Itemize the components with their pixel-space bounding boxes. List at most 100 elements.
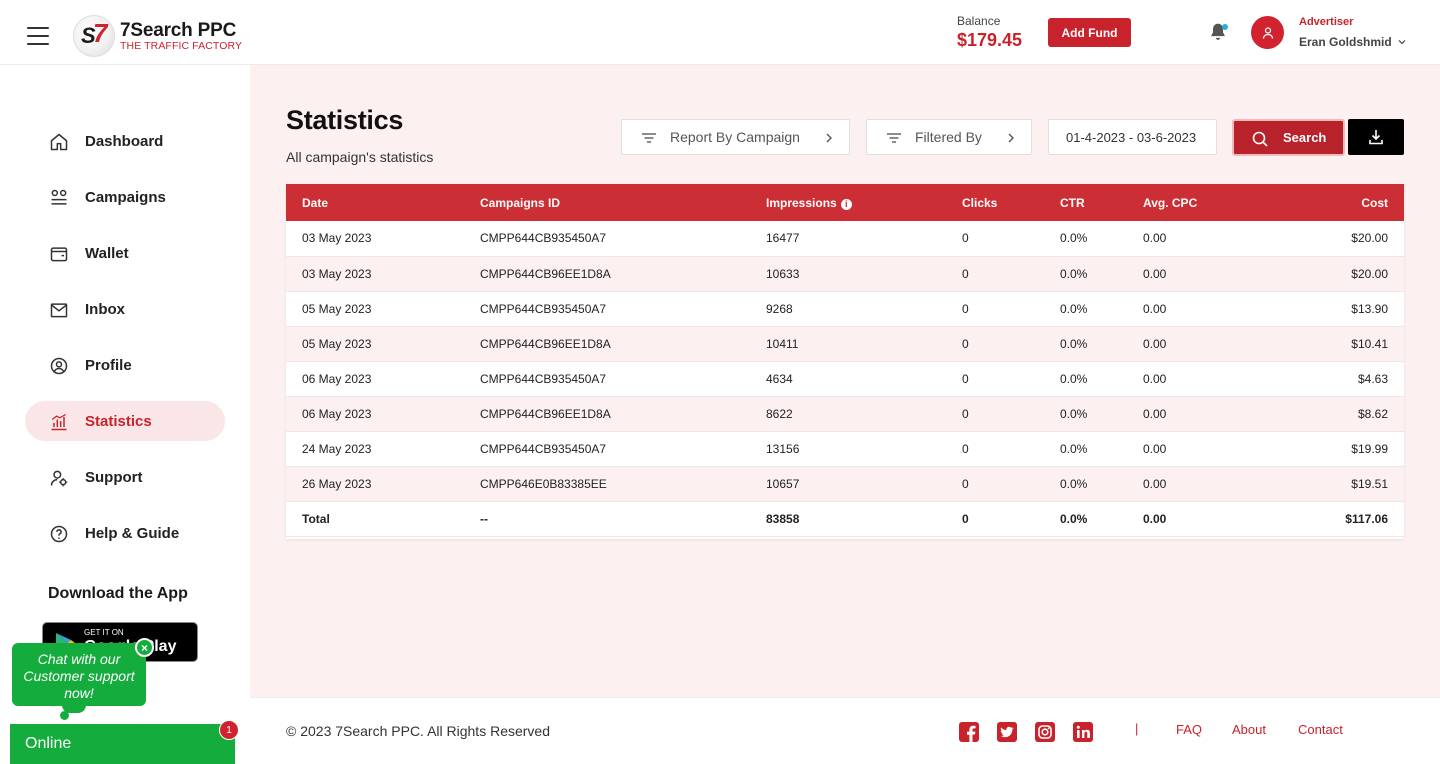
cell-impressions: 10657 [766,466,962,502]
cell-impressions: 8622 [766,396,962,432]
cell-campaign-id: CMPP644CB96EE1D8A [480,396,766,432]
campaigns-icon [51,189,67,205]
sidebar-item-label: Help & Guide [85,524,180,542]
table-total-row: Total -- 83858 0 0.0% 0.00 $117.06 [286,501,1404,537]
user-menu[interactable]: Eran Goldshmid [1299,35,1407,49]
sidebar-item-profile[interactable]: Profile [25,345,225,385]
table-row: 26 May 2023 CMPP646E0B83385EE 10657 0 0.0% 0.… [286,466,1404,502]
chevron-right-icon [826,133,832,143]
cell-total-avg-cpc: 0.00 [1143,501,1323,537]
footer-link-about[interactable]: About [1232,722,1266,737]
cell-ctr: 0.0% [1060,221,1143,257]
sidebar-item-inbox[interactable]: Inbox [25,289,225,329]
brand-tagline: THE TRAFFIC FACTORY [120,39,243,52]
cell-avg-cpc: 0.00 [1143,291,1323,327]
wallet-icon [50,247,68,262]
hamburger-menu-icon[interactable] [27,27,49,45]
notification-dot [1222,24,1228,30]
sidebar-item-campaigns[interactable]: Campaigns [25,177,225,217]
cell-total-campaign-id: -- [480,501,766,537]
info-icon[interactable]: i [840,198,852,210]
cell-impressions: 9268 [766,291,962,327]
sidebar-item-dashboard[interactable]: Dashboard [25,121,225,161]
brand-name: 7Search PPC [120,19,237,41]
search-icon [1252,131,1268,147]
main-content: Statistics All campaign's statistics Rep… [250,65,1440,697]
notification-bell-icon[interactable] [1208,22,1230,44]
download-button[interactable] [1348,119,1404,155]
sidebar-item-label: Wallet [85,244,129,262]
sidebar-item-support[interactable]: Support [25,457,225,497]
cell-campaign-id: CMPP644CB96EE1D8A [480,256,766,292]
cell-impressions: 4634 [766,361,962,397]
balance-label: Balance [957,14,1001,28]
sidebar-item-help-guide[interactable]: Help & Guide [25,513,225,553]
table-row: 03 May 2023 CMPP644CB935450A7 16477 0 0.0% 0.… [286,221,1404,257]
cell-campaign-id: CMPP644CB935450A7 [480,431,766,467]
cell-total-label: Total [286,501,480,537]
linkedin-icon[interactable] [1073,722,1093,742]
sidebar-item-statistics[interactable]: Statistics [25,401,225,441]
brand-logo[interactable]: S7 7Search PPC THE TRAFFIC FACTORY [73,15,242,57]
cell-date: 06 May 2023 [286,396,480,432]
user-icon [1262,26,1273,39]
chat-online-bar[interactable]: Online [10,724,235,764]
table-row: 06 May 2023 CMPP644CB935450A7 4634 0 0.0% 0.0… [286,361,1404,397]
chevron-right-icon [1008,133,1014,143]
user-role: Advertiser [1299,16,1354,28]
table-row: 24 May 2023 CMPP644CB935450A7 13156 0 0.0% 0.… [286,431,1404,467]
cell-campaign-id: CMPP644CB96EE1D8A [480,326,766,362]
cell-ctr: 0.0% [1060,396,1143,432]
cell-clicks: 0 [962,221,1060,257]
cell-ctr: 0.0% [1060,361,1143,397]
sidebar-item-wallet[interactable]: Wallet [25,233,225,273]
statistics-table: Date Campaigns ID Impressions i Clicks CT… [286,184,1404,537]
search-button[interactable]: Search [1232,119,1345,156]
twitter-icon[interactable] [997,722,1017,742]
cell-date: 24 May 2023 [286,431,480,467]
cell-date: 03 May 2023 [286,221,480,257]
cell-campaign-id: CMPP644CB935450A7 [480,291,766,327]
chat-invite-bubble[interactable]: Chat with our Customer support now! [12,643,146,706]
footer-link-contact[interactable]: Contact [1298,722,1343,737]
statistics-icon [51,413,67,431]
cell-avg-cpc: 0.00 [1143,256,1323,292]
top-header: S7 7Search PPC THE TRAFFIC FACTORY Balan… [0,0,1440,65]
profile-icon [50,357,68,375]
table-row: 05 May 2023 CMPP644CB96EE1D8A 10411 0 0.0% 0.… [286,326,1404,362]
table-header-row: Date Campaigns ID Impressions i Clicks CT… [286,184,1404,221]
col-header-campaign-id: Campaigns ID [480,195,561,210]
footer-link-faq[interactable]: FAQ [1176,722,1202,737]
cell-clicks: 0 [962,396,1060,432]
col-header-avg-cpc: Avg. CPC [1143,195,1198,210]
report-by-campaign-button[interactable]: Report By Campaign [621,119,850,155]
col-header-clicks: Clicks [962,195,998,210]
cell-avg-cpc: 0.00 [1143,396,1323,432]
col-header-date: Date [302,195,329,210]
facebook-icon[interactable] [959,722,979,742]
close-icon[interactable]: × [135,638,154,657]
sidebar-item-label: Statistics [85,412,152,430]
add-fund-button[interactable]: Add Fund [1048,18,1131,47]
cell-date: 03 May 2023 [286,256,480,292]
cell-ctr: 0.0% [1060,466,1143,502]
google-play-small-text: GET IT ON [84,628,124,637]
cell-clicks: 0 [962,361,1060,397]
cell-cost: $4.63 [1323,361,1404,397]
avatar[interactable] [1251,16,1284,49]
cell-ctr: 0.0% [1060,326,1143,362]
col-header-ctr: CTR [1060,195,1085,210]
cell-cost: $20.00 [1323,256,1404,292]
logo-mark-icon: S7 [73,15,115,57]
sidebar-item-label: Campaigns [85,188,166,206]
filtered-by-button[interactable]: Filtered By [866,119,1032,155]
footer: © 2023 7Search PPC. All Rights Reserved … [250,697,1440,764]
report-by-label: Report By Campaign [670,129,800,145]
date-range-input[interactable]: 01-4-2023 - 03-6-2023 [1048,119,1217,155]
cell-clicks: 0 [962,466,1060,502]
download-icon [1369,130,1383,145]
cell-avg-cpc: 0.00 [1143,466,1323,502]
cell-avg-cpc: 0.00 [1143,361,1323,397]
cell-cost: $19.99 [1323,431,1404,467]
instagram-icon[interactable] [1035,722,1055,742]
